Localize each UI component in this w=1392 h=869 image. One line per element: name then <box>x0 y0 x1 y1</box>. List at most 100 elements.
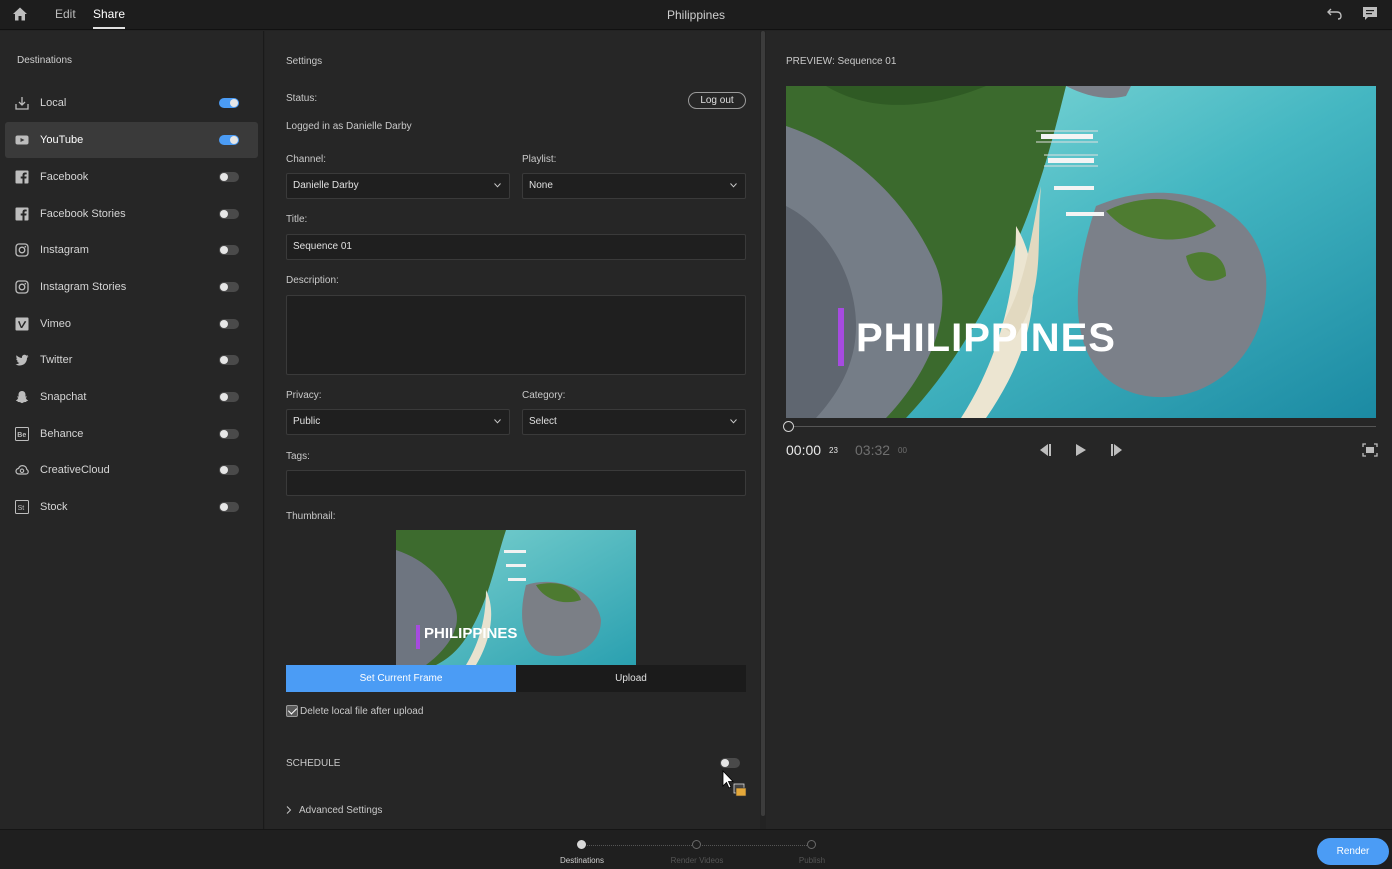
destination-label: Instagram <box>40 244 89 256</box>
preview-overlay-text: PHILIPPINES <box>856 316 1116 360</box>
destination-label: Instagram Stories <box>40 281 127 293</box>
timecode-total: 03:32 <box>855 442 891 458</box>
step-dot-destinations[interactable] <box>577 840 586 849</box>
destination-toggle-youtube[interactable] <box>219 135 239 145</box>
tags-label: Tags: <box>286 451 310 462</box>
destination-toggle-vimeo[interactable] <box>219 319 239 329</box>
destination-toggle-snapchat[interactable] <box>219 392 239 402</box>
timeline-scrubber[interactable] <box>788 426 1376 427</box>
thumbnail-scene: PHILIPPINES <box>396 530 636 665</box>
destination-youtube[interactable]: YouTube <box>5 122 258 158</box>
play-icon[interactable] <box>1073 443 1089 457</box>
status-label: Status: <box>286 93 318 104</box>
advanced-settings-toggle[interactable]: Advanced Settings <box>299 805 382 816</box>
destination-toggle-twitter[interactable] <box>219 355 239 365</box>
fullscreen-icon[interactable] <box>1362 443 1378 457</box>
feedback-icon[interactable] <box>1362 6 1378 22</box>
download-icon <box>15 97 29 110</box>
description-textarea[interactable] <box>286 295 746 375</box>
destination-behance[interactable]: Be Behance <box>5 416 258 452</box>
timecode-current: 00:00 <box>786 442 822 458</box>
title-label: Title: <box>286 214 308 225</box>
destination-toggle-stock[interactable] <box>219 502 239 512</box>
svg-text:Be: Be <box>17 432 26 439</box>
mouse-cursor-icon <box>722 770 747 797</box>
category-label: Category: <box>522 390 566 401</box>
destination-twitter[interactable]: Twitter <box>5 342 258 378</box>
destination-snapchat[interactable]: Snapchat <box>5 379 258 415</box>
destination-facebook[interactable]: Facebook <box>5 159 258 195</box>
destination-local[interactable]: Local <box>5 85 258 121</box>
step-forward-icon[interactable] <box>1109 443 1125 457</box>
svg-text:St: St <box>18 505 25 512</box>
destination-facebook-stories[interactable]: Facebook Stories <box>5 196 258 232</box>
category-dropdown[interactable]: Select <box>522 409 746 435</box>
step-label-destinations[interactable]: Destinations <box>537 856 627 865</box>
step-dot-publish[interactable] <box>807 840 816 849</box>
privacy-dropdown[interactable]: Public <box>286 409 510 435</box>
project-title: Philippines <box>666 8 726 22</box>
destination-toggle-facebook-stories[interactable] <box>219 209 239 219</box>
destination-toggle-behance[interactable] <box>219 429 239 439</box>
destination-toggle-local[interactable] <box>219 98 239 108</box>
description-label: Description: <box>286 275 339 286</box>
destinations-panel: Destinations Local YouTube Facebook Face… <box>0 31 264 829</box>
step-dot-render-videos[interactable] <box>692 840 701 849</box>
destination-toggle-instagram[interactable] <box>219 245 239 255</box>
chevron-down-icon <box>730 183 737 188</box>
undo-icon[interactable] <box>1326 6 1344 22</box>
destination-toggle-instagram-stories[interactable] <box>219 282 239 292</box>
status-value: Logged in as Danielle Darby <box>286 121 412 132</box>
delete-local-checkbox[interactable] <box>286 705 298 717</box>
step-label-render-videos[interactable]: Render Videos <box>652 856 742 865</box>
destination-label: Local <box>40 97 67 109</box>
set-current-frame-button[interactable]: Set Current Frame <box>286 665 516 692</box>
thumbnail-label: Thumbnail: <box>286 511 336 522</box>
destination-label: Facebook Stories <box>40 208 126 220</box>
step-connector <box>702 845 807 846</box>
upload-thumbnail-button[interactable]: Upload <box>516 665 746 692</box>
timecode-total-frames: 00 <box>898 446 907 455</box>
destination-label: Vimeo <box>40 318 71 330</box>
destinations-heading: Destinations <box>17 55 73 66</box>
preview-scene: PHILIPPINES <box>786 86 1376 418</box>
twitter-icon <box>15 354 29 366</box>
schedule-toggle[interactable] <box>720 758 740 768</box>
thumbnail-image: PHILIPPINES <box>396 530 636 665</box>
step-label-publish[interactable]: Publish <box>767 856 857 865</box>
title-value: Sequence 01 <box>293 241 352 252</box>
facebook-icon <box>15 207 29 221</box>
destination-label: Behance <box>40 428 84 440</box>
preview-video[interactable]: PHILIPPINES <box>786 86 1376 418</box>
privacy-label: Privacy: <box>286 390 322 401</box>
step-back-icon[interactable] <box>1037 443 1053 457</box>
settings-heading: Settings <box>286 56 323 67</box>
destination-label: CreativeCloud <box>40 464 110 476</box>
chevron-right-icon[interactable] <box>286 806 292 814</box>
tags-input[interactable] <box>286 470 746 496</box>
destination-toggle-creative-cloud[interactable] <box>219 465 239 475</box>
channel-dropdown[interactable]: Danielle Darby <box>286 173 510 199</box>
destination-vimeo[interactable]: Vimeo <box>5 306 258 342</box>
playlist-dropdown[interactable]: None <box>522 173 746 199</box>
render-button[interactable]: Render <box>1317 838 1389 865</box>
settings-scrollbar[interactable] <box>761 31 765 816</box>
channel-label: Channel: <box>286 154 327 165</box>
schedule-label: SCHEDULE <box>286 758 341 769</box>
destination-creative-cloud[interactable]: CreativeCloud <box>5 452 258 488</box>
playlist-value: None <box>529 180 553 191</box>
vimeo-icon <box>15 317 29 331</box>
privacy-value: Public <box>293 416 321 427</box>
logout-button[interactable]: Log out <box>688 92 746 109</box>
destination-label: Twitter <box>40 354 73 366</box>
scrubber-handle[interactable] <box>783 421 794 432</box>
category-value: Select <box>529 416 557 427</box>
destination-instagram[interactable]: Instagram <box>5 232 258 268</box>
destination-stock[interactable]: St Stock <box>5 489 258 525</box>
title-input[interactable]: Sequence 01 <box>286 234 746 260</box>
snapchat-icon <box>15 391 29 404</box>
destination-instagram-stories[interactable]: Instagram Stories <box>5 269 258 305</box>
destination-toggle-facebook[interactable] <box>219 172 239 182</box>
facebook-icon <box>15 170 29 184</box>
chevron-down-icon <box>494 419 501 424</box>
